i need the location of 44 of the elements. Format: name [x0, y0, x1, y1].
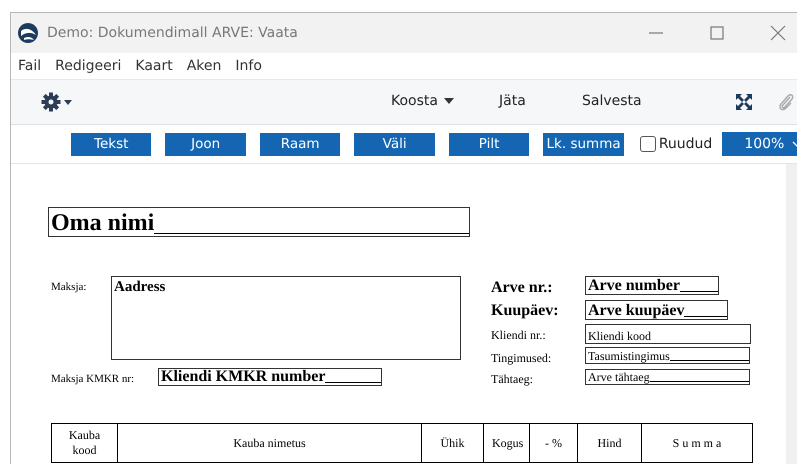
- tool-button[interactable]: Joon: [165, 132, 246, 156]
- field-label: Maksja:: [51, 280, 86, 295]
- tool-button[interactable]: Raam: [260, 132, 340, 156]
- field-label: Maksja KMKR nr:: [51, 372, 134, 387]
- grid-checkbox[interactable]: Ruudud: [640, 136, 712, 152]
- column-header: Kauba kood: [52, 424, 118, 462]
- menu-item[interactable]: Fail: [18, 58, 42, 74]
- template-field[interactable]: Oma nimi: [48, 207, 470, 237]
- field-label: Tähtaeg:: [491, 371, 533, 388]
- template-field[interactable]: Tasumistingimus: [585, 347, 750, 364]
- tool-button[interactable]: Pilt: [448, 132, 530, 156]
- zoom-dropdown[interactable]: 100%: [722, 132, 797, 156]
- toolbar-button[interactable]: Salvesta: [582, 93, 642, 109]
- tool-button[interactable]: Väli: [354, 132, 435, 156]
- window-title: Demo: Dokumendimall ARVE: Vaata: [47, 25, 298, 41]
- menu-item[interactable]: Aken: [186, 58, 222, 74]
- field-label: Kliendi nr.:: [491, 327, 546, 344]
- column-header: Kauba nimetus: [118, 424, 422, 462]
- field-label: Kuupäev:: [491, 301, 559, 321]
- tool-button[interactable]: Lk. summa: [543, 132, 624, 156]
- toolbar-button[interactable]: Jäta: [499, 93, 526, 109]
- paperclip-icon[interactable]: [776, 92, 796, 112]
- template-field[interactable]: Kliendi KMKR number: [158, 368, 382, 386]
- caret-icon: [444, 98, 454, 104]
- column-header: Ühik: [422, 424, 484, 462]
- fullscreen-icon[interactable]: [734, 92, 754, 112]
- template-field[interactable]: Arve number: [585, 276, 719, 295]
- column-header: S u m m a: [642, 424, 752, 462]
- field-label: Tingimused:: [491, 350, 552, 367]
- column-header: Kogus: [484, 424, 530, 462]
- template-field[interactable]: Kliendi kood: [585, 324, 751, 344]
- menu-item[interactable]: Redigeeri: [55, 58, 122, 74]
- template-field[interactable]: Arve kuupäev: [585, 300, 728, 320]
- menu-item[interactable]: Info: [235, 58, 262, 74]
- template-field[interactable]: Arve tähtaeg: [585, 369, 750, 385]
- close-icon[interactable]: [768, 23, 788, 43]
- app-logo-icon: [17, 22, 39, 44]
- tool-button[interactable]: Tekst: [71, 132, 152, 156]
- field-label: Arve nr.:: [491, 278, 553, 298]
- column-header: - %: [530, 424, 578, 462]
- column-header: Hind: [578, 424, 642, 462]
- template-field[interactable]: Aadress: [111, 276, 461, 360]
- toolbar-button[interactable]: Koosta: [391, 93, 454, 109]
- menu-item[interactable]: Kaart: [135, 58, 173, 74]
